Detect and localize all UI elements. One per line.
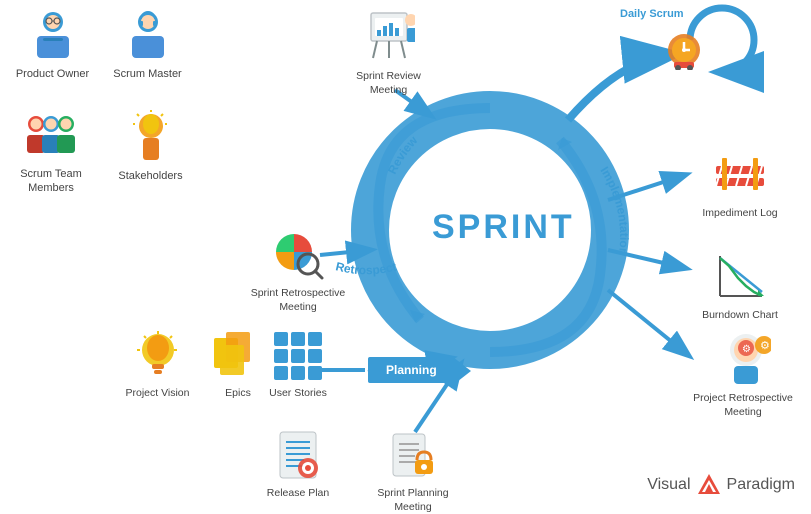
impediment-log-label: Impediment Log [690, 207, 790, 221]
epics-icon [212, 330, 264, 380]
sprint-planning-icon [387, 430, 439, 480]
sprint-planning-box: Sprint PlanningMeeting [368, 430, 458, 514]
project-vision-icon [132, 330, 184, 380]
project-vision-box: Project Vision [120, 330, 195, 401]
daily-scrum-icon [660, 22, 708, 75]
svg-text:⚙: ⚙ [760, 340, 770, 352]
burndown-chart-box: Burndown Chart [690, 250, 790, 323]
scrum-team-icon [24, 110, 79, 160]
daily-scrum-label: Daily Scrum [620, 8, 684, 20]
sprint-review-icon [363, 8, 415, 63]
sprint-retro-label: Sprint RetrospectiveMeeting [248, 287, 348, 314]
epics-box: Epics [208, 330, 268, 401]
project-retro-icon: ⚙ ⚙ [716, 330, 771, 385]
sprint-review-label: Sprint ReviewMeeting [346, 70, 431, 97]
svg-text:⚙: ⚙ [742, 344, 751, 355]
burndown-chart-icon [714, 250, 766, 302]
sprint-label: SPRINT [432, 208, 575, 247]
sprint-retro-box: Sprint RetrospectiveMeeting [248, 228, 348, 314]
vp-logo-icon [696, 472, 722, 498]
impediment-log-icon [714, 148, 766, 200]
svg-text:Review: Review [385, 133, 421, 176]
stakeholders-icon [125, 110, 177, 162]
product-owner-box: Product Owner [10, 8, 95, 81]
scrum-master-box: Scrum Master [105, 8, 190, 81]
scrum-master-label: Scrum Master [105, 67, 190, 81]
user-stories-box: User Stories [262, 330, 334, 401]
release-plan-icon [272, 430, 324, 480]
sprint-review-meeting-box: Sprint ReviewMeeting [346, 8, 431, 97]
release-plan-label: Release Plan [262, 487, 334, 501]
stakeholders-box: Stakeholders [108, 110, 193, 183]
brand-product: Paradigm [727, 476, 795, 494]
brand-text: Visual [647, 476, 690, 494]
planning-arrow-label: Planning [368, 357, 455, 383]
product-owner-icon [27, 8, 79, 60]
impediment-log-box: Impediment Log [690, 148, 790, 221]
scrum-master-icon [122, 8, 174, 60]
planning-arrow-head [453, 357, 471, 385]
release-plan-box: Release Plan [262, 430, 334, 501]
stakeholders-label: Stakeholders [108, 169, 193, 183]
product-owner-label: Product Owner [10, 67, 95, 81]
sprint-planning-label: Sprint PlanningMeeting [368, 487, 458, 514]
scrum-team-box: Scrum TeamMembers [6, 110, 96, 196]
burndown-chart-label: Burndown Chart [690, 309, 790, 323]
project-retro-label: Project RetrospectiveMeeting [688, 392, 798, 419]
user-stories-label: User Stories [262, 387, 334, 401]
project-vision-label: Project Vision [120, 387, 195, 401]
scrum-team-label: Scrum TeamMembers [6, 167, 96, 196]
user-stories-icon [272, 330, 324, 380]
project-retro-box: ⚙ ⚙ Project RetrospectiveMeeting [688, 330, 798, 419]
sprint-retro-icon [272, 228, 324, 280]
brand-area: Visual Paradigm [647, 472, 795, 498]
epics-label: Epics [208, 387, 268, 401]
svg-text:Implementation: Implementation [597, 164, 631, 256]
